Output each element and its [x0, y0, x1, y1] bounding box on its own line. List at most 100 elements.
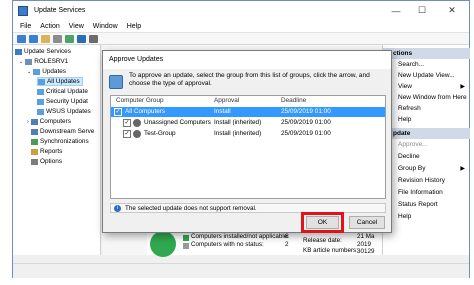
approved-check-icon: ✓: [123, 119, 131, 127]
tree-downstream-servers[interactable]: Downstream Serve: [31, 127, 94, 136]
actions-pane: ctions Search... New Update View... View…: [382, 45, 470, 255]
action-help[interactable]: Help: [398, 116, 411, 123]
action-file-information[interactable]: File Information: [398, 189, 443, 196]
approved-check-icon: ✓: [123, 130, 131, 138]
main-window: Update Services — ☐ ✕ File Action View W…: [12, 0, 470, 278]
action-approve[interactable]: Approve...: [398, 141, 428, 148]
approve-updates-icon: [109, 75, 123, 89]
updates-icon: [38, 78, 45, 85]
dialog-status-text: The selected update does not support rem…: [125, 205, 257, 212]
table-row[interactable]: ✓ Test-Group Install (inherited) 25/09/2…: [111, 129, 385, 139]
dialog-title: Approve Updates: [103, 51, 391, 69]
tree-options[interactable]: Options: [31, 157, 62, 166]
server-node-icon: [25, 58, 33, 65]
no-status-legend-icon: [183, 243, 189, 249]
tree-wsus-updates[interactable]: WSUS Updates: [37, 107, 91, 116]
dialog-status-bar: i The selected update does not support r…: [110, 203, 386, 213]
release-date-value: 21 Ma: [357, 233, 375, 240]
update-services-icon: [18, 5, 28, 16]
action-group-by[interactable]: Group By: [398, 165, 425, 172]
cancel-button[interactable]: Cancel: [349, 216, 385, 229]
menu-bar: File Action View Window Help: [13, 20, 469, 33]
installed-value: 6: [285, 233, 289, 240]
deadline-value: 25/09/2019 01:00: [281, 119, 331, 126]
refresh-icon[interactable]: [65, 34, 74, 43]
back-icon[interactable]: [17, 34, 26, 43]
collapse-icon[interactable]: ⌄: [19, 59, 23, 65]
action-refresh[interactable]: Refresh: [398, 105, 421, 112]
tree-reports[interactable]: Reports: [31, 147, 62, 156]
forward-icon[interactable]: [29, 34, 38, 43]
clock-icon: [133, 130, 141, 138]
tree-all-updates[interactable]: All Updates: [37, 77, 83, 86]
window-title: Update Services: [34, 7, 86, 14]
release-date-year: 2019: [357, 241, 372, 248]
column-approval[interactable]: Approval: [214, 96, 239, 106]
installed-label: Computers installed/not applicable:: [191, 233, 290, 240]
table-row[interactable]: ✓ All Computers Install 25/09/2019 01:00: [111, 107, 385, 117]
clock-icon: [133, 119, 141, 127]
approve-updates-dialog: Approve Updates To approve an update, se…: [102, 50, 392, 233]
updates-icon: [33, 68, 41, 75]
approved-check-icon: ✓: [114, 108, 122, 116]
updates-icon: [37, 108, 44, 115]
column-computer-group[interactable]: Computer Group: [116, 96, 164, 106]
action-revision-history[interactable]: Revision History: [398, 177, 445, 184]
group-by-arrow-icon: ▶: [460, 166, 465, 172]
tree-updates[interactable]: ⌄ Updates: [27, 67, 66, 76]
dialog-instructions: To approve an update, select the group f…: [129, 72, 370, 87]
no-status-label: Computers with no status:: [191, 241, 264, 248]
console-icon[interactable]: [89, 34, 98, 43]
action-new-window[interactable]: New Window from Here: [398, 94, 467, 101]
menu-action[interactable]: Action: [40, 23, 59, 30]
status-bar: [13, 263, 469, 278]
close-button[interactable]: ✕: [441, 1, 463, 20]
action-help-update[interactable]: Help: [398, 213, 411, 220]
kb-article-value: 30129: [357, 248, 375, 255]
action-view[interactable]: View: [398, 83, 466, 90]
reports-icon: [31, 148, 38, 155]
group-name: Unassigned Computers: [144, 119, 211, 126]
group-name: All Computers: [125, 108, 166, 115]
tree-server[interactable]: ⌄ ROLESRV1: [19, 57, 68, 66]
update-header: pdate: [383, 128, 470, 139]
folder-icon[interactable]: [41, 34, 50, 43]
action-decline[interactable]: Decline: [398, 153, 420, 160]
action-status-report[interactable]: Status Report: [398, 201, 438, 208]
help-icon[interactable]: [77, 34, 86, 43]
deadline-value: 25/09/2019 01:00: [281, 108, 331, 115]
properties-icon[interactable]: [53, 34, 62, 43]
title-bar: Update Services — ☐ ✕: [13, 1, 469, 20]
release-date-label: Release date:: [303, 237, 342, 244]
no-status-value: 2: [285, 241, 289, 248]
approval-value: Install (inherited): [214, 130, 262, 137]
approval-value: Install: [214, 108, 231, 115]
kb-article-label: KB article numbers:: [303, 247, 358, 254]
menu-help[interactable]: Help: [127, 23, 141, 30]
options-icon: [31, 158, 38, 165]
tree-synchronizations[interactable]: Synchronizations: [31, 137, 89, 146]
menu-file[interactable]: File: [20, 23, 31, 30]
info-icon: i: [114, 205, 121, 212]
approval-value: Install (inherited): [214, 119, 262, 126]
maximize-button[interactable]: ☐: [411, 1, 433, 20]
collapse-icon[interactable]: ⌄: [27, 69, 31, 75]
action-new-update-view[interactable]: New Update View...: [398, 72, 455, 79]
server-icon: [15, 48, 22, 55]
tree-root[interactable]: Update Services: [15, 47, 71, 56]
downstream-icon: [31, 128, 38, 135]
toolbar: [13, 33, 469, 45]
action-search[interactable]: Search...: [398, 61, 424, 68]
column-deadline[interactable]: Deadline: [281, 96, 306, 106]
expand-icon[interactable]: ›: [27, 119, 29, 125]
tree-critical-updates[interactable]: Critical Update: [37, 87, 88, 96]
tree-computers[interactable]: › Computers: [27, 117, 71, 126]
table-row[interactable]: ✓ Unassigned Computers Install (inherite…: [111, 118, 385, 128]
tree-security-updates[interactable]: Security Updat: [37, 97, 88, 106]
ok-button[interactable]: OK: [306, 216, 339, 229]
navigation-tree: Update Services ⌄ ROLESRV1 ⌄ Updates All…: [13, 45, 101, 255]
menu-window[interactable]: Window: [93, 23, 118, 30]
menu-view[interactable]: View: [69, 23, 84, 30]
minimize-button[interactable]: —: [385, 1, 407, 20]
installed-legend-icon: [183, 235, 189, 241]
